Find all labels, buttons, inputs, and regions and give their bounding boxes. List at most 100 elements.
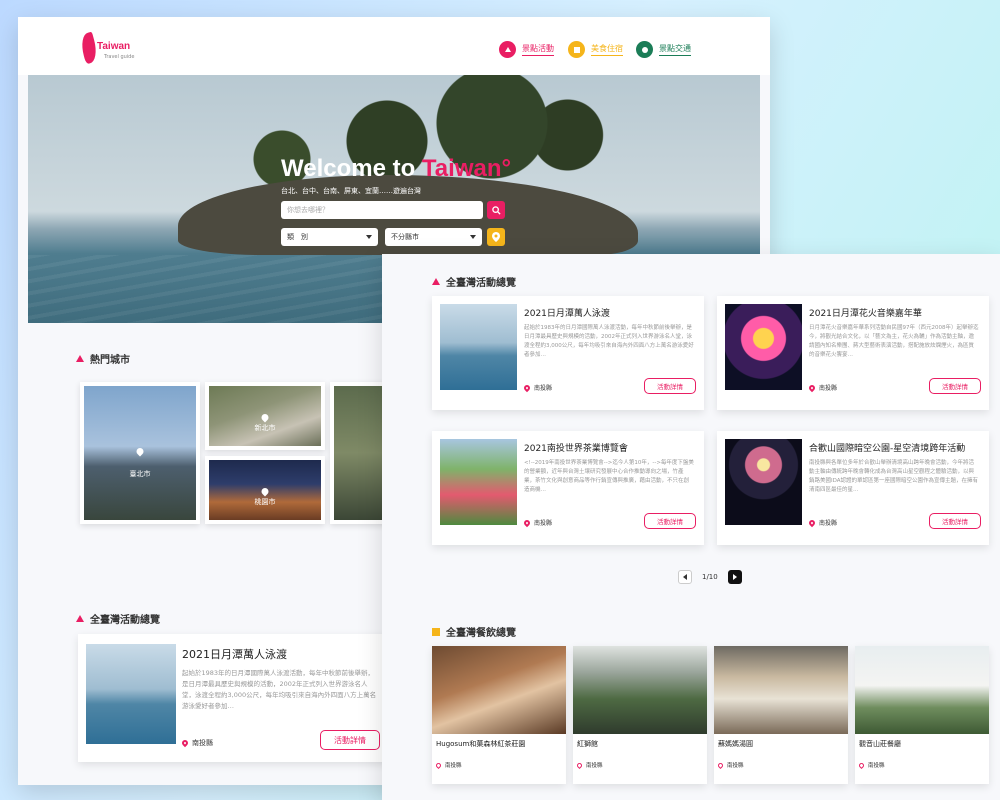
triangle-icon xyxy=(76,355,84,362)
activity-title: 2021日月潭萬人泳渡 xyxy=(182,648,287,661)
restaurant-name: 蘇媽媽湯圓 xyxy=(718,740,753,748)
nav-item-attractions[interactable]: 景點活動 xyxy=(499,41,554,58)
restaurant-photo xyxy=(432,646,566,734)
restaurant-card[interactable]: 紅獅館 南投縣 xyxy=(573,646,707,784)
restaurant-photo xyxy=(855,646,989,734)
restaurant-location: 南投縣 xyxy=(857,761,885,769)
location-pin-icon xyxy=(180,738,190,748)
location-pin-icon xyxy=(807,518,817,527)
activity-detail-button[interactable]: 活動詳情 xyxy=(644,378,696,394)
hot-cities-title: 熱門城市 xyxy=(90,355,130,366)
activity-location-label: 南投縣 xyxy=(534,385,553,392)
logo-sub: Travel guide xyxy=(104,54,135,60)
logo-word: Taiwan xyxy=(97,41,131,52)
site-logo[interactable]: Taiwan Travel guide xyxy=(78,31,142,67)
location-pin-icon xyxy=(807,383,817,392)
city-card-taoyuan[interactable]: 桃園市 xyxy=(205,456,325,524)
location-pin-icon xyxy=(492,232,500,242)
city-photo: 臺北市 xyxy=(84,386,196,520)
category-select[interactable]: 類 別 xyxy=(281,228,378,246)
chevron-left-icon xyxy=(683,574,687,580)
city-select[interactable]: 不分縣市 xyxy=(385,228,482,246)
triangle-icon xyxy=(76,615,84,622)
activity-title: 2021日月潭萬人泳渡 xyxy=(524,309,610,319)
restaurant-card[interactable]: Hugosum和菓森林紅茶莊園 南投縣 xyxy=(432,646,566,784)
category-select-value: 類 別 xyxy=(287,233,308,241)
location-pin-icon xyxy=(522,518,532,527)
activity-location-label: 南投縣 xyxy=(819,385,838,392)
city-select-value: 不分縣市 xyxy=(391,233,419,241)
hero-title-accent: Taiwan° xyxy=(421,155,512,182)
activities-title: 全臺灣活動總覽 xyxy=(446,278,516,289)
prev-page-button[interactable] xyxy=(678,570,692,584)
city-card-taipei[interactable]: 臺北市 xyxy=(80,382,200,524)
activity-location: 南投縣 xyxy=(807,518,838,527)
restaurant-photo xyxy=(573,646,707,734)
restaurant-card[interactable]: 蘇媽媽湯圓 南投縣 xyxy=(714,646,848,784)
square-icon xyxy=(432,627,440,636)
activity-card[interactable]: 合歡山國際暗空公園-星空清境跨年活動 南投縣與各單位多年於合歡山舉辦清境高山跨年… xyxy=(717,431,989,545)
activity-card[interactable]: 2021日月潭萬人泳渡 起始於1983年的日月潭國際萬人泳渡活動，每年中秋節前後… xyxy=(432,296,704,410)
activity-desc: 日月潭花火音樂嘉年華系列活動自民國97年（西元2008年）起舉辦迄今，將觀光結合… xyxy=(809,325,979,358)
hero-subtitle: 台北、台中、台南、屏東、宜蘭……遊遍台灣 xyxy=(281,187,421,195)
activity-detail-button[interactable]: 活動詳情 xyxy=(644,513,696,529)
hero-title-pre: Welcome to xyxy=(281,155,422,182)
pagination: 1/10 xyxy=(678,570,742,584)
locate-button[interactable] xyxy=(487,228,505,246)
nav-label: 景點交通 xyxy=(659,43,691,56)
activity-detail-button[interactable]: 活動詳情 xyxy=(929,378,981,394)
activity-detail-button[interactable]: 活動詳情 xyxy=(320,730,380,750)
location-pin-icon xyxy=(857,761,866,769)
search-input[interactable]: 你想去哪裡？ xyxy=(281,201,483,219)
restaurant-card[interactable]: 觀音山莊餐廳 南投縣 xyxy=(855,646,989,784)
chevron-right-icon xyxy=(732,574,737,580)
restaurant-location-label: 南投縣 xyxy=(868,763,885,769)
restaurant-photo xyxy=(714,646,848,734)
activity-desc: 起始於1983年的日月潭國際萬人泳渡活動，每年中秋節前後舉辦，是日月潭最具歷史與… xyxy=(182,669,377,710)
nav-label: 美食住宿 xyxy=(591,43,623,56)
nav-label: 景點活動 xyxy=(522,43,554,56)
activity-location-label: 南投縣 xyxy=(819,520,838,527)
restaurant-location-label: 南投縣 xyxy=(445,763,462,769)
city-card-newtaipei[interactable]: 新北市 xyxy=(205,382,325,450)
activity-location: 南投縣 xyxy=(180,738,213,748)
activity-photo xyxy=(725,439,802,525)
activity-title: 2021日月潭花火音樂嘉年華 xyxy=(809,309,922,319)
activities-heading: 全臺灣活動總覽 xyxy=(432,274,516,289)
city-photo xyxy=(334,386,386,520)
activity-detail-button[interactable]: 活動詳情 xyxy=(929,513,981,529)
listing-screenshot: 全臺灣活動總覽 2021日月潭萬人泳渡 起始於1983年的日月潭國際萬人泳渡活動… xyxy=(382,254,1000,800)
activities-heading: 全臺灣活動總覽 xyxy=(76,611,160,626)
city-label: 桃園市 xyxy=(254,498,276,507)
hot-cities-heading: 熱門城市 xyxy=(76,351,130,366)
location-pin-icon xyxy=(260,412,270,423)
activity-card[interactable]: 2021日月潭花火音樂嘉年華 日月潭花火音樂嘉年華系列活動自民國97年（西元20… xyxy=(717,296,989,410)
restaurant-location-label: 南投縣 xyxy=(727,763,744,769)
restaurant-location: 南投縣 xyxy=(575,761,603,769)
activity-card[interactable]: 2021南投世界茶業博覽會 <!--2019年南投世界茶業博覽會-->迄今人第1… xyxy=(432,431,704,545)
next-page-button[interactable] xyxy=(727,570,742,584)
location-pin-icon xyxy=(135,446,145,457)
restaurant-name: Hugosum和菓森林紅茶莊園 xyxy=(436,740,526,748)
circle-icon xyxy=(636,41,653,58)
page-indicator: 1/10 xyxy=(702,573,718,581)
location-pin-icon xyxy=(434,761,443,769)
triangle-icon xyxy=(499,41,516,58)
activity-photo xyxy=(725,304,802,390)
nav-item-food[interactable]: 美食住宿 xyxy=(568,41,623,58)
restaurants-heading: 全臺灣餐飲總覽 xyxy=(432,624,516,639)
activity-location-label: 南投縣 xyxy=(192,739,213,747)
activity-desc: 南投縣與各單位多年於合歡山舉辦清境高山跨年晚會活動，今年將活動主軸由傳統跨年晚會… xyxy=(809,460,979,493)
nav-item-transport[interactable]: 景點交通 xyxy=(636,41,691,58)
triangle-icon xyxy=(432,278,440,285)
site-header: Taiwan Travel guide 景點活動 美食住宿 景點交通 xyxy=(18,17,770,75)
city-card-partial[interactable] xyxy=(330,382,390,524)
activity-photo xyxy=(86,644,176,744)
city-photo: 新北市 xyxy=(209,386,321,446)
restaurants-title: 全臺灣餐飲總覽 xyxy=(446,628,516,639)
search-button[interactable] xyxy=(487,201,505,219)
activity-location: 南投縣 xyxy=(522,518,552,527)
activity-card-back[interactable]: 2021日月潭萬人泳渡 起始於1983年的日月潭國際萬人泳渡活動，每年中秋節前後… xyxy=(78,634,388,762)
location-pin-icon xyxy=(716,761,725,769)
activity-photo xyxy=(440,304,517,390)
